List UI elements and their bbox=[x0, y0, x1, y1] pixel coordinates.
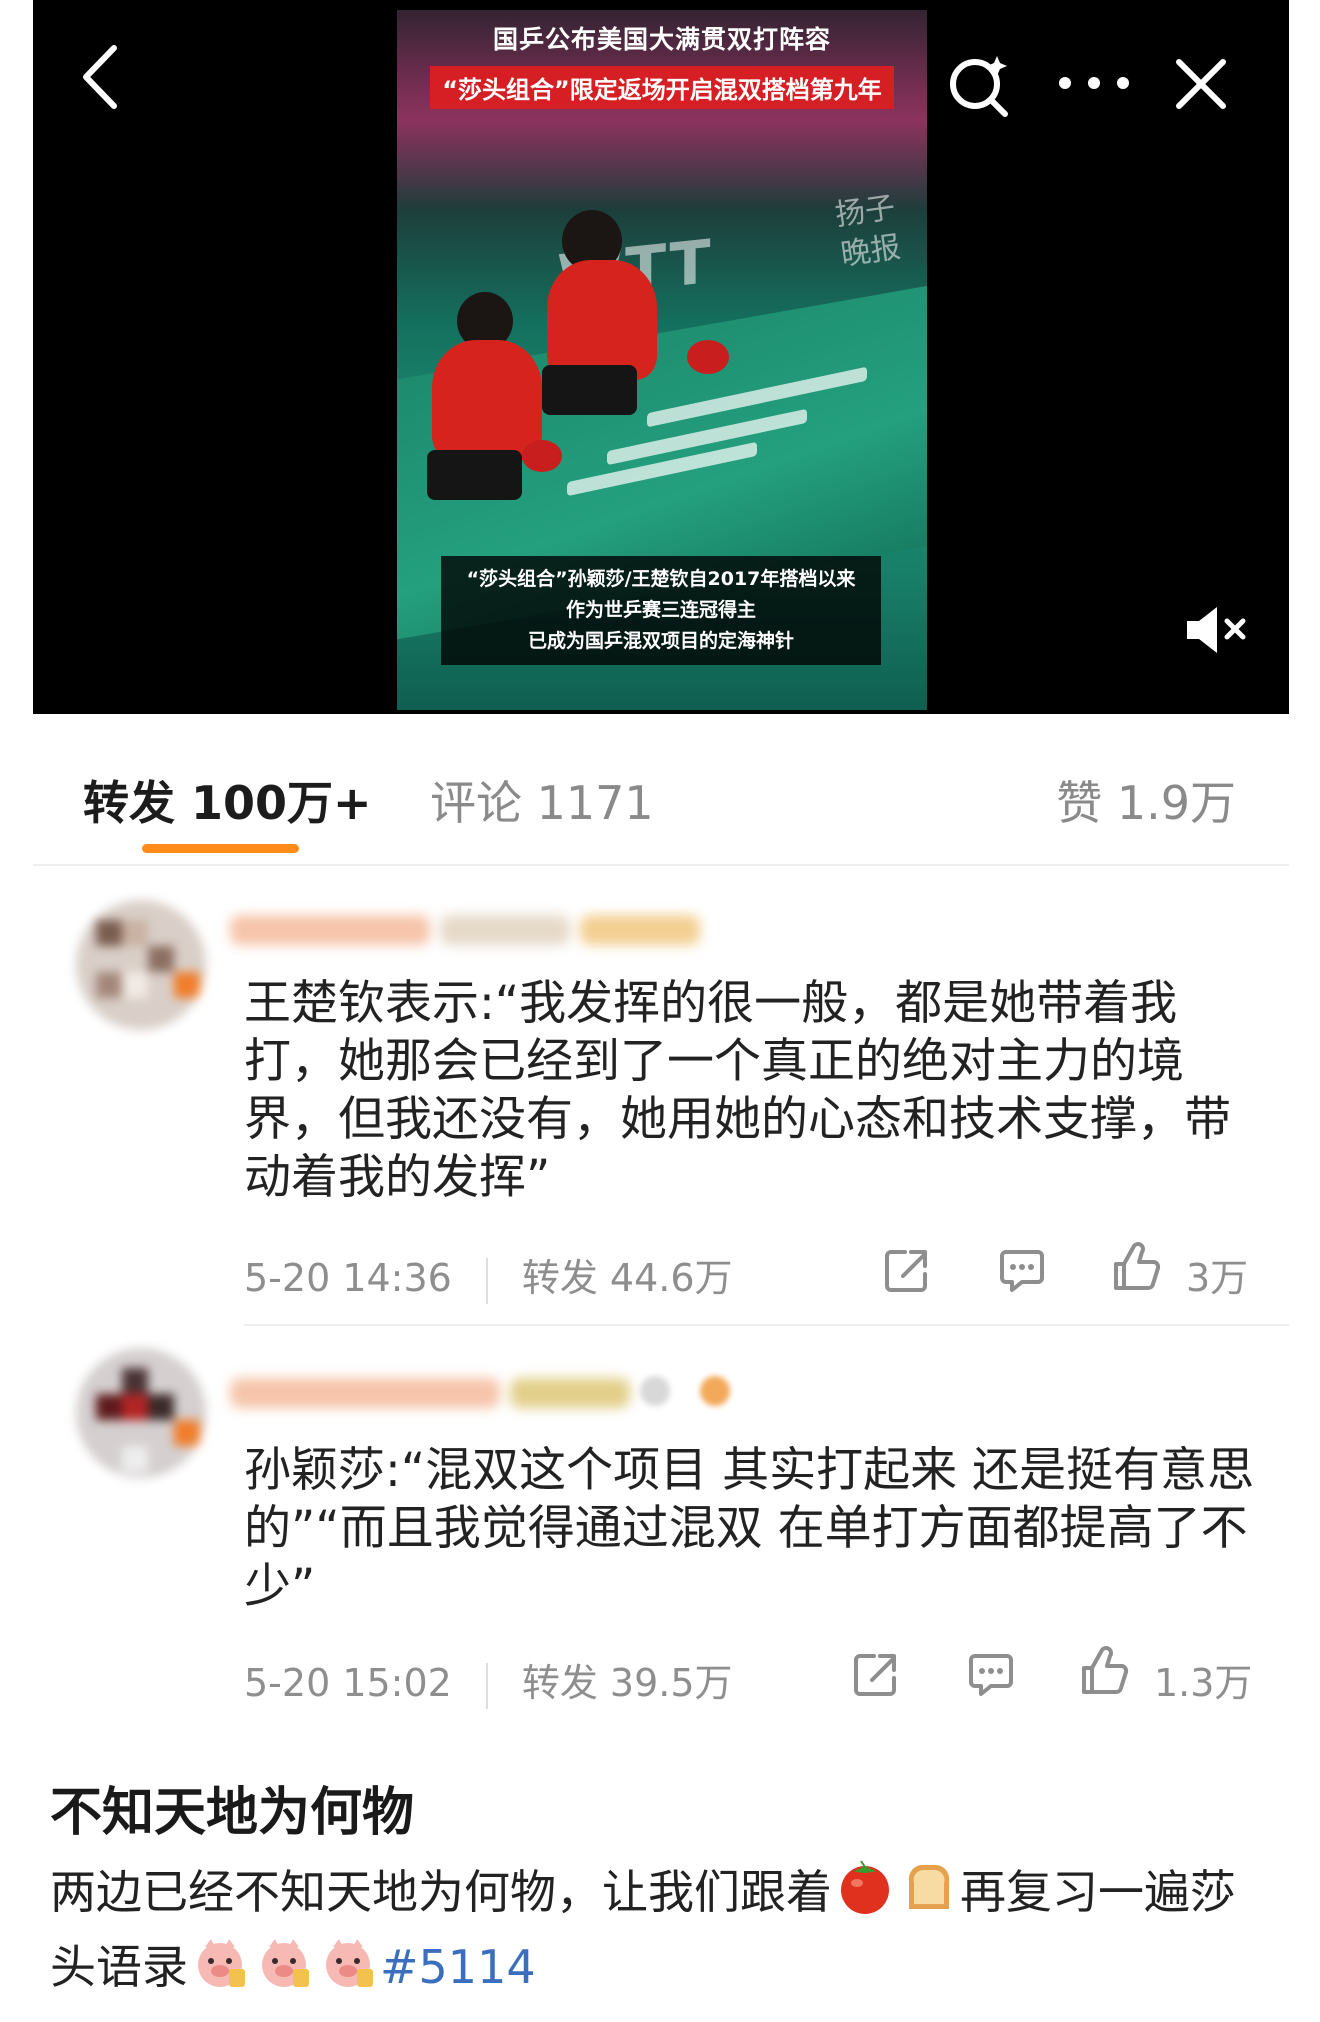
repost-time: 5-20 14:36 bbox=[244, 1256, 452, 1300]
repost-text: 孙颖莎:“混双这个项目 其实打起来 还是挺有意思的”“而且我觉得通过混双 在单打… bbox=[244, 1443, 1255, 1614]
tab-comments[interactable]: 评论 1171 bbox=[430, 767, 654, 833]
repost-item[interactable]: 王楚钦表示:“我发挥的很一般，都是她带着我打，她那会已经到了一个真正的绝对主力的… bbox=[0, 880, 1320, 1320]
divider bbox=[244, 1324, 1289, 1326]
comment-icon[interactable] bbox=[967, 1650, 1015, 1698]
toast-emoji bbox=[901, 1859, 957, 1933]
repost-meta: 5-20 14:36 转发 44.6万 bbox=[244, 1247, 733, 1304]
tab-repost[interactable]: 转发 100万+ bbox=[83, 767, 372, 833]
tab-bar: 转发 100万+ 评论 1171 赞 1.9万 bbox=[0, 714, 1320, 864]
player-jersey bbox=[432, 340, 542, 460]
divider bbox=[33, 864, 1289, 866]
post-body: 两边已经不知天地为何物，让我们跟着 再复习一遍莎头语录 #5114 bbox=[50, 1858, 1280, 2007]
avatar[interactable] bbox=[76, 1348, 206, 1478]
newspaper-watermark: 扬子晚报 bbox=[833, 190, 903, 273]
headline-line1: 国乒公布美国大满贯双打阵容 bbox=[492, 25, 831, 54]
video-headline: 国乒公布美国大满贯双打阵容 “莎头组合”限定返场开启混双搭档第九年 bbox=[397, 10, 927, 109]
more-icon[interactable] bbox=[1055, 60, 1133, 100]
headline-line2: “莎头组合”限定返场开启混双搭档第九年 bbox=[430, 66, 894, 109]
caption-line: “莎头组合”孙颖莎/王楚钦自2017年搭档以来 bbox=[466, 568, 856, 590]
meta-separator bbox=[485, 1257, 488, 1304]
repost-text: 王楚钦表示:“我发挥的很一般，都是她带着我打，她那会已经到了一个真正的绝对主力的… bbox=[244, 976, 1231, 1205]
username-blurred bbox=[440, 915, 570, 945]
like-count: 3万 bbox=[1186, 1256, 1249, 1300]
back-icon[interactable] bbox=[80, 42, 120, 112]
username-blurred bbox=[580, 915, 700, 945]
share-icon[interactable] bbox=[883, 1246, 931, 1294]
video-caption: “莎头组合”孙颖莎/王楚钦自2017年搭档以来 作为世乒赛三连冠得主 已成为国乒… bbox=[441, 556, 881, 665]
comment-icon[interactable] bbox=[998, 1246, 1046, 1294]
player-shorts bbox=[427, 450, 522, 500]
username-blurred[interactable] bbox=[230, 915, 430, 945]
hashtag-link[interactable]: #5114 bbox=[380, 1940, 536, 1994]
repost-meta: 5-20 15:02 转发 39.5万 bbox=[244, 1652, 733, 1709]
badge-icon bbox=[700, 1376, 730, 1406]
player-shorts bbox=[542, 365, 637, 415]
username-blurred bbox=[510, 1378, 630, 1408]
like-icon[interactable] bbox=[1112, 1242, 1162, 1292]
like-count: 1.3万 bbox=[1154, 1661, 1253, 1705]
repost-time: 5-20 15:02 bbox=[244, 1661, 452, 1705]
pig-emoji bbox=[191, 1933, 249, 2007]
username-blurred[interactable] bbox=[230, 1378, 500, 1408]
pig-emoji bbox=[255, 1933, 313, 2007]
repost-count[interactable]: 转发 39.5万 bbox=[522, 1661, 733, 1705]
tomato-emoji bbox=[835, 1859, 895, 1933]
share-icon[interactable] bbox=[852, 1650, 900, 1698]
repost-count[interactable]: 转发 44.6万 bbox=[522, 1256, 733, 1300]
close-icon[interactable] bbox=[1175, 58, 1227, 110]
avatar[interactable] bbox=[76, 900, 206, 1030]
post-text: 两边已经不知天地为何物，让我们跟着 bbox=[50, 1865, 832, 1919]
active-tab-indicator bbox=[142, 844, 299, 853]
caption-line: 已成为国乒混双项目的定海神针 bbox=[527, 630, 794, 652]
like-icon[interactable] bbox=[1080, 1646, 1130, 1696]
caption-line: 作为世乒赛三连冠得主 bbox=[565, 599, 756, 621]
tab-likes[interactable]: 赞 1.9万 bbox=[1056, 767, 1236, 833]
video-frame[interactable]: WTT 国乒公布美国大满贯双打阵容 “莎头组合”限定返场开启混双搭档第九年 扬子… bbox=[397, 10, 927, 710]
pig-emoji bbox=[319, 1933, 377, 2007]
post-title: 不知天地为何物 bbox=[50, 1783, 415, 1843]
paddle-icon bbox=[687, 340, 729, 374]
meta-separator bbox=[485, 1662, 488, 1709]
search-icon[interactable] bbox=[945, 50, 1015, 120]
video-player[interactable]: WTT 国乒公布美国大满贯双打阵容 “莎头组合”限定返场开启混双搭档第九年 扬子… bbox=[33, 0, 1289, 714]
mute-icon[interactable] bbox=[1185, 605, 1247, 655]
badge-icon bbox=[640, 1376, 670, 1406]
repost-item[interactable]: 孙颖莎:“混双这个项目 其实打起来 还是挺有意思的”“而且我觉得通过混双 在单打… bbox=[0, 1330, 1320, 1730]
player-jersey bbox=[547, 260, 657, 380]
paddle-icon bbox=[522, 440, 562, 472]
